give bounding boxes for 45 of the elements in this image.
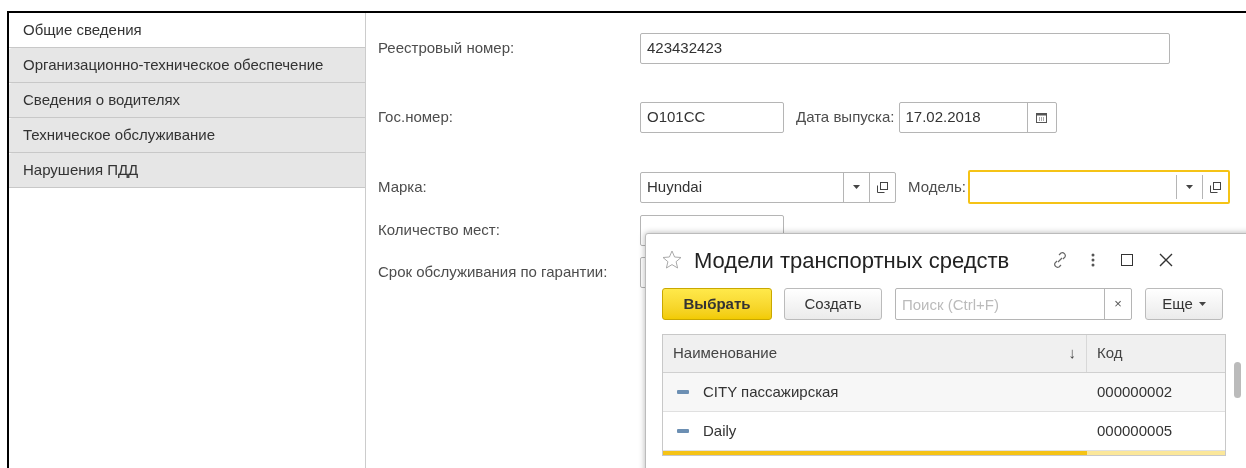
tab[interactable]: Сведения о водителях: [9, 83, 365, 118]
field-label: Количество мест:: [378, 219, 501, 240]
dropdown-value: Huyndai: [646, 176, 704, 197]
input-field[interactable]: 423432423: [640, 32, 1170, 64]
open-icon: [1210, 181, 1221, 193]
table-cell-text: 000000005: [1097, 420, 1173, 441]
more-button[interactable]: Еще: [1145, 288, 1223, 320]
star-icon[interactable]: [662, 250, 682, 270]
close-icon[interactable]: [1159, 253, 1174, 267]
table-cell-text: CITY пассажирская: [703, 381, 839, 402]
field-label: Срок обслуживания по гарантии:: [378, 261, 609, 282]
field-label: Дата выпуска:: [796, 106, 895, 127]
field-label: Реестровый номер:: [378, 37, 516, 58]
search-field[interactable]: Поиск (Ctrl+F) ×: [895, 288, 1132, 320]
field-label: Гос.номер:: [378, 106, 454, 127]
field-label: Модель:: [908, 176, 966, 197]
column-header[interactable]: Код: [1087, 335, 1225, 372]
date-field[interactable]: 17.02.2018: [898, 101, 1057, 133]
item-icon: [677, 390, 689, 394]
caret-icon: [1198, 302, 1206, 306]
window-title: Модели транспортных средств: [694, 246, 1010, 275]
maximize-icon[interactable]: [1121, 254, 1134, 266]
item-icon: [677, 429, 689, 433]
tab[interactable]: Организационно-техническое обеспечение: [9, 48, 365, 83]
field-label: Марка:: [378, 176, 428, 197]
select-button[interactable]: Выбрать: [662, 288, 772, 320]
more-icon[interactable]: [1091, 253, 1096, 267]
column-title: Наименование: [673, 343, 778, 364]
caret-icon: [1186, 185, 1193, 189]
tab[interactable]: Нарушения ПДД: [9, 153, 365, 188]
column-header[interactable]: Наименование ↓: [663, 335, 1087, 372]
tab[interactable]: Техническое обслуживание: [9, 118, 365, 153]
open-icon: [877, 181, 888, 193]
dropdown-field[interactable]: [968, 170, 1230, 204]
table-cell-text: 000000002: [1097, 381, 1173, 402]
caret-icon: [853, 185, 860, 189]
clear-button[interactable]: ×: [1104, 289, 1131, 319]
sort-indicator: ↓: [1068, 343, 1076, 364]
date-value: 17.02.2018: [904, 106, 982, 127]
table-row[interactable]: CITY пассажирская 000000002: [663, 373, 1225, 412]
create-button[interactable]: Создать: [784, 288, 882, 320]
table-cell-text: Daily: [703, 420, 737, 441]
calendar-icon[interactable]: [1036, 111, 1047, 123]
dropdown-field[interactable]: Huyndai: [640, 171, 896, 203]
input-field[interactable]: О101СС: [640, 101, 784, 133]
